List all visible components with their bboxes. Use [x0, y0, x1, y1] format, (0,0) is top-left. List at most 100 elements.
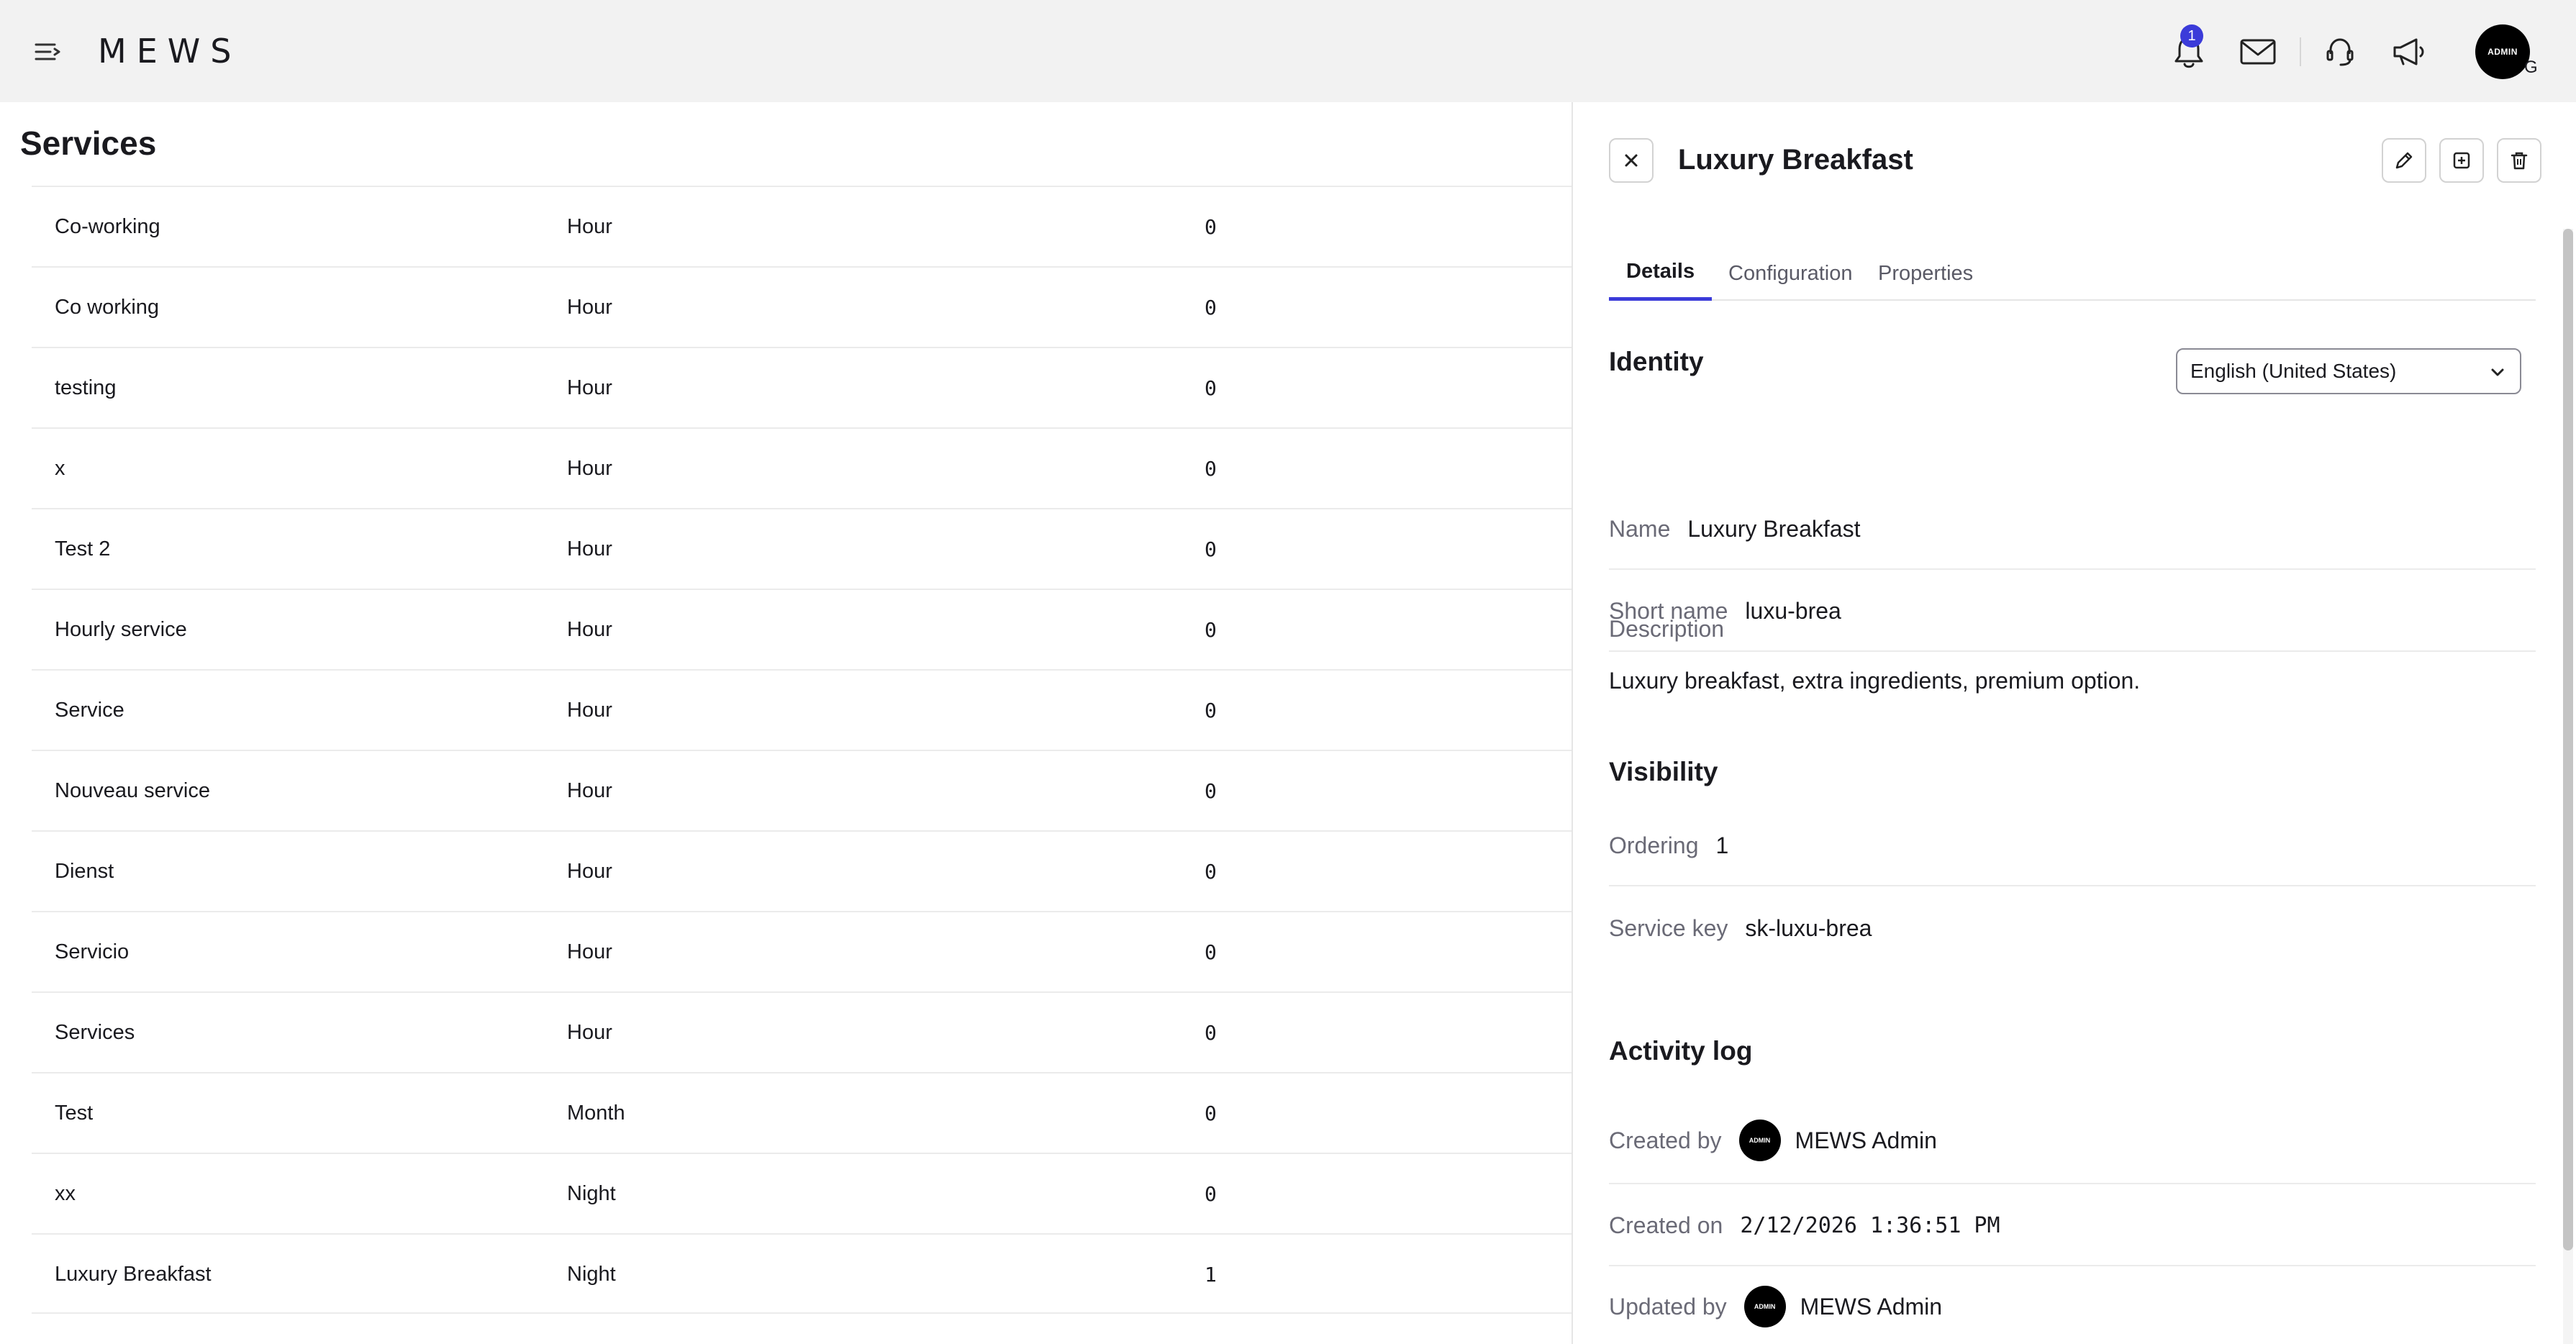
name-field: Name Luxury Breakfast [1609, 489, 2536, 570]
service-value: 0 [1205, 940, 1217, 964]
service-value: 0 [1205, 617, 1217, 642]
pencil-icon [2395, 152, 2413, 169]
name-value: Luxury Breakfast [1687, 515, 1861, 542]
service-name: Test [55, 1101, 94, 1125]
megaphone-icon[interactable] [2386, 29, 2432, 75]
table-row[interactable]: Hourly service Hour 0 [32, 589, 1572, 669]
service-unit: Hour [567, 214, 612, 238]
service-unit: Hour [567, 1020, 612, 1044]
service-name: Hourly service [55, 617, 187, 641]
avatar: ADMIN [1738, 1120, 1781, 1161]
service-name: xx [55, 1181, 76, 1205]
close-button[interactable] [1609, 138, 1654, 183]
avatar-suffix: G [2524, 58, 2538, 77]
table-row[interactable]: xx Night 0 [32, 1153, 1572, 1233]
service-name: Services [55, 1020, 135, 1044]
user-avatar[interactable]: ADMIN [2475, 24, 2530, 79]
created-on-value: 2/12/2026 1:36:51 PM [1740, 1212, 2000, 1238]
service-value: 0 [1205, 537, 1217, 561]
identity-heading: Identity [1609, 347, 1704, 376]
page-title: Services [20, 124, 157, 162]
created-by-value: MEWS Admin [1795, 1127, 1937, 1153]
language-value: English (United States) [2190, 360, 2397, 382]
language-select[interactable]: English (United States) [2176, 348, 2521, 394]
copy-icon [2453, 152, 2470, 169]
name-label: Name [1609, 515, 1671, 542]
service-unit: Night [567, 1181, 616, 1205]
service-key-label: Service key [1609, 914, 1728, 941]
tab-configuration[interactable]: Configuration [1711, 246, 1870, 301]
delete-button[interactable] [2497, 138, 2541, 183]
table-row[interactable]: testing Hour 0 [32, 347, 1572, 427]
service-unit: Night [567, 1262, 616, 1286]
service-name: Servicio [55, 940, 130, 963]
notification-badge: 1 [2180, 24, 2203, 47]
service-unit: Hour [567, 859, 612, 883]
table-row[interactable]: Luxury Breakfast Night 1 [32, 1233, 1572, 1314]
mail-icon[interactable] [2235, 29, 2281, 75]
service-name: Co-working [55, 214, 160, 238]
service-unit: Hour [567, 295, 612, 319]
table-row[interactable]: Co-working Hour 0 [32, 186, 1572, 266]
close-icon [1625, 154, 1638, 167]
created-by-label: Created by [1609, 1127, 1722, 1153]
service-value: 0 [1205, 456, 1217, 481]
trash-icon [2511, 152, 2528, 170]
service-name: Nouveau service [55, 778, 210, 802]
updated-by-field: Updated by ADMIN MEWS Admin [1609, 1266, 2536, 1344]
service-name: Service [55, 698, 124, 722]
edit-button[interactable] [2382, 138, 2426, 183]
support-icon[interactable] [2317, 29, 2363, 75]
short-name-field: Short name luxu-brea [1609, 571, 2536, 652]
created-on-label: Created on [1609, 1212, 1723, 1238]
service-value: 0 [1205, 778, 1217, 803]
service-name: Dienst [55, 859, 114, 883]
table-row[interactable]: Test Month 0 [32, 1072, 1572, 1153]
table-row[interactable]: Services Hour 0 [32, 991, 1572, 1072]
service-value: 0 [1205, 376, 1217, 400]
ordering-field: Ordering 1 [1609, 806, 2536, 886]
description-label: Description [1609, 616, 1725, 642]
updated-by-value: MEWS Admin [1800, 1293, 1943, 1320]
table-row[interactable]: Test 2 Hour 0 [32, 508, 1572, 589]
service-value: 1 [1205, 1262, 1217, 1286]
service-value: 0 [1205, 859, 1217, 884]
service-unit: Hour [567, 778, 612, 802]
created-on-field: Created on 2/12/2026 1:36:51 PM [1609, 1186, 2536, 1266]
table-row[interactable]: Nouveau service Hour 0 [32, 750, 1572, 830]
avatar: ADMIN [1743, 1286, 1786, 1327]
table-row[interactable]: Servicio Hour 0 [32, 911, 1572, 991]
toolbar-divider [2300, 37, 2301, 66]
service-unit: Month [567, 1101, 625, 1125]
tab-properties[interactable]: Properties [1861, 246, 1990, 301]
table-row[interactable]: Service Hour 0 [32, 669, 1572, 750]
table-row[interactable]: x Hour 0 [32, 427, 1572, 508]
chevron-down-icon [2491, 368, 2504, 376]
description-value: Luxury breakfast, extra ingredients, pre… [1609, 668, 2141, 694]
menu-icon[interactable] [33, 37, 62, 66]
visibility-heading: Visibility [1609, 757, 1718, 786]
service-name: Luxury Breakfast [55, 1262, 212, 1286]
updated-by-label: Updated by [1609, 1293, 1727, 1320]
service-key-value: sk-luxu-brea [1745, 914, 1872, 941]
detail-tabs: Details Configuration Properties [1609, 246, 2536, 301]
duplicate-button[interactable] [2439, 138, 2484, 183]
service-value: 0 [1205, 698, 1217, 722]
service-unit: Hour [567, 456, 612, 480]
activity-log-heading: Activity log [1609, 1036, 1753, 1066]
service-name: Test 2 [55, 537, 111, 560]
service-value: 0 [1205, 1020, 1217, 1045]
service-detail-panel: Luxury Breakfast Details Configuration P… [1572, 102, 2576, 1344]
scrollbar-thumb[interactable] [2563, 229, 2573, 1250]
service-value: 0 [1205, 1101, 1217, 1125]
table-row[interactable]: Co working Hour 0 [32, 266, 1572, 347]
service-value: 0 [1205, 214, 1217, 239]
service-unit: Hour [567, 376, 612, 399]
table-row[interactable]: Dienst Hour 0 [32, 830, 1572, 911]
service-value: 0 [1205, 295, 1217, 319]
created-by-field: Created by ADMIN MEWS Admin [1609, 1098, 2536, 1184]
tab-details[interactable]: Details [1609, 246, 1713, 301]
service-key-field: Service key sk-luxu-brea [1609, 888, 2536, 968]
services-list: Co-working Hour 0 Co working Hour 0 test… [32, 186, 1572, 1314]
service-unit: Hour [567, 940, 612, 963]
